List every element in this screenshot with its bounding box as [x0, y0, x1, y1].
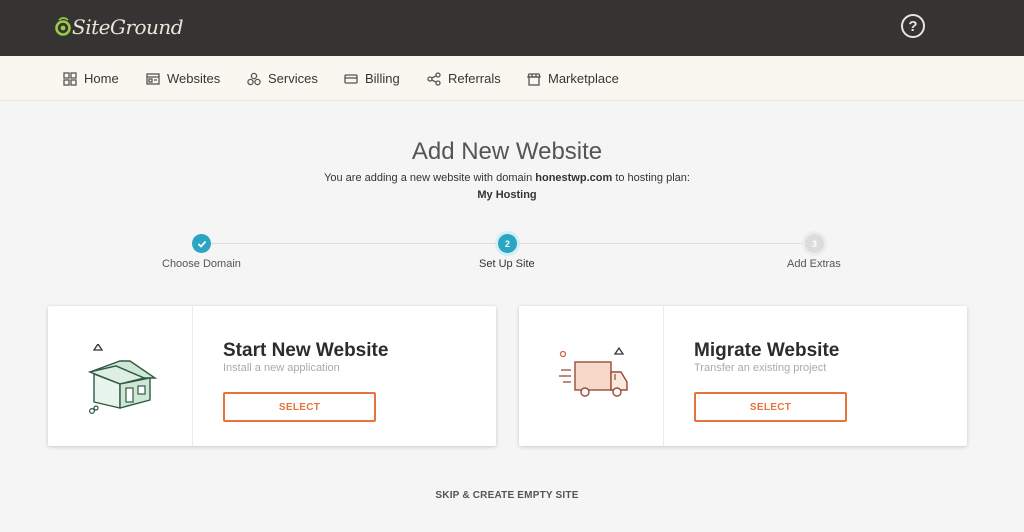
nav-item-websites[interactable]: Websites [146, 56, 220, 101]
checkmark-icon [197, 240, 206, 248]
migrate-website-card: Migrate Website Transfer an existing pro… [519, 306, 967, 446]
nav-label-websites: Websites [167, 71, 221, 86]
hosting-plan-name: My Hosting [477, 189, 537, 201]
nav-label-services: Services [268, 71, 318, 86]
step-1-indicator [192, 234, 211, 253]
step-2-indicator: 2 [498, 234, 517, 253]
main-nav: Home Websites Services Billing Referrals… [0, 56, 1024, 101]
card-illustration [519, 306, 664, 446]
logo-text: SiteGround [72, 15, 184, 39]
nav-item-referrals[interactable]: Referrals [427, 56, 501, 101]
logo-swirl-icon [55, 17, 71, 36]
nav-item-billing[interactable]: Billing [344, 56, 400, 101]
step-2-label: Set Up Site [479, 258, 535, 270]
help-button[interactable]: ? [901, 14, 925, 38]
nav-label-home: Home [84, 71, 119, 86]
moving-truck-icon [559, 346, 628, 397]
step-connector-2 [518, 243, 805, 244]
websites-icon [146, 72, 160, 85]
house-icon [87, 344, 158, 414]
start-new-website-card: Start New Website Install a new applicat… [48, 306, 496, 446]
marketplace-store-icon [527, 72, 541, 86]
nav-item-home[interactable]: Home [63, 56, 119, 101]
page-subtitle: You are adding a new website with domain… [0, 172, 1014, 184]
step-3-number: 3 [811, 238, 817, 249]
card-illustration [48, 306, 193, 446]
card-description: Transfer an existing project [694, 362, 827, 374]
step-3-label: Add Extras [787, 258, 841, 270]
skip-create-empty-site-link[interactable]: SKIP & CREATE EMPTY SITE [0, 490, 1014, 501]
nav-label-billing: Billing [365, 71, 400, 86]
card-title: Migrate Website [694, 340, 840, 361]
billing-card-icon [344, 73, 358, 84]
home-grid-icon [63, 71, 77, 86]
nav-label-referrals: Referrals [448, 71, 501, 86]
step-2-number: 2 [504, 238, 510, 249]
nav-label-marketplace: Marketplace [548, 71, 619, 86]
card-description: Install a new application [223, 362, 340, 374]
subtitle-prefix: You are adding a new website with domain [324, 172, 536, 184]
domain-name: honestwp.com [535, 172, 613, 184]
top-bar: SiteGround ? [0, 0, 1024, 56]
page-title: Add New Website [411, 138, 603, 165]
card-title: Start New Website [223, 340, 389, 361]
select-start-new-website-button[interactable]: SELECT [223, 392, 376, 422]
siteground-logo[interactable]: SiteGround [55, 12, 184, 42]
step-3-indicator: 3 [805, 234, 824, 253]
referrals-share-icon [427, 71, 441, 86]
nav-item-services[interactable]: Services [247, 56, 318, 101]
select-migrate-website-button[interactable]: SELECT [694, 392, 847, 422]
nav-item-marketplace[interactable]: Marketplace [527, 56, 619, 101]
subtitle-suffix: to hosting plan: [612, 172, 690, 184]
services-icon [247, 72, 261, 85]
question-circle-icon: ? [908, 17, 918, 35]
step-1-label: Choose Domain [162, 258, 241, 270]
step-connector-1 [211, 243, 498, 244]
